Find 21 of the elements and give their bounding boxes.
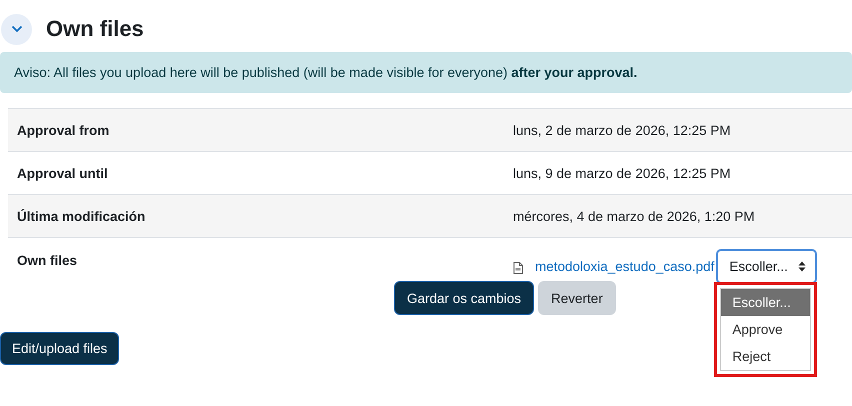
collapse-button[interactable]: [1, 14, 32, 44]
notice-text: Aviso: All files you upload here will be published (will be made visible for everyone) after your approval.: [0, 52, 852, 93]
row-label: Approval until: [16, 166, 109, 180]
dropdown-option[interactable]: Reject: [721, 343, 810, 370]
revert-button[interactable]: Reverter: [538, 281, 616, 315]
row-label: Own files: [16, 252, 78, 268]
file-link[interactable]: metodoloxia_estudo_caso.pdf: [535, 259, 714, 274]
status-select[interactable]: Escoller...: [716, 249, 817, 284]
dropdown-option[interactable]: Approve: [721, 316, 810, 343]
document-icon: [513, 262, 523, 274]
dropdown-option[interactable]: Escoller...: [721, 289, 810, 316]
section-title: Own files: [46, 16, 144, 42]
row-label: Última modificación: [16, 208, 146, 224]
save-button[interactable]: Gardar os cambios: [394, 281, 534, 315]
row-value: luns, 9 de marzo de 2026, 12:25 PM: [513, 166, 732, 180]
row-label: Approval from: [16, 122, 110, 138]
row-value: mércores, 4 de marzo de 2026, 1:20 PM: [513, 208, 756, 224]
chevron-down-icon: [10, 25, 22, 33]
edit-upload-button[interactable]: Edit/upload files: [0, 332, 120, 365]
row-value: luns, 2 de marzo de 2026, 12:25 PM: [513, 122, 732, 138]
sort-caret-icon: [798, 261, 806, 272]
